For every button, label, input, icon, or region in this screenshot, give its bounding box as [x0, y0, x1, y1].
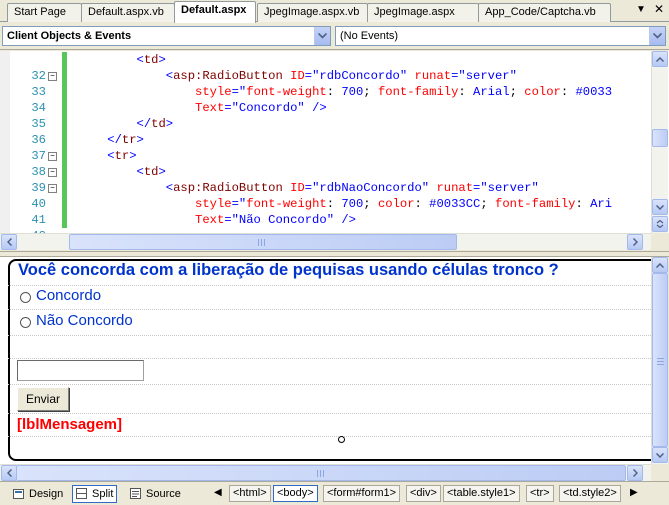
- code-line[interactable]: 41 style="font-weight: 700; color: #0033…: [0, 196, 650, 227]
- code-line[interactable]: 38 − <tr>: [0, 148, 650, 179]
- scroll-right-icon[interactable]: [627, 234, 643, 250]
- scroll-left-icon[interactable]: [1, 465, 17, 481]
- close-icon[interactable]: ✕: [654, 2, 664, 16]
- code-line[interactable]: 32 <td>: [0, 52, 650, 83]
- tab-default-aspx-vb[interactable]: Default.aspx.vb: [81, 3, 175, 22]
- code-line[interactable]: 37 </tr>: [0, 132, 650, 163]
- scroll-thumb[interactable]: [652, 129, 668, 147]
- breadcrumb-td[interactable]: <td.style2>: [559, 485, 621, 502]
- client-objects-dropdown[interactable]: Client Objects & Events: [2, 26, 331, 46]
- tab-default-aspx[interactable]: Default.aspx: [174, 1, 256, 23]
- breadcrumb-html[interactable]: <html>: [229, 485, 271, 502]
- design-view-button[interactable]: Design: [10, 485, 66, 503]
- events-dropdown[interactable]: (No Events): [335, 26, 666, 46]
- document-tab-strip: Start Page Default.aspx.vb Default.aspx …: [0, 0, 669, 23]
- design-surface[interactable]: Você concorda com a liberação de pequisa…: [0, 257, 668, 464]
- code-line[interactable]: 35 Text="Concordo" />: [0, 100, 650, 131]
- scroll-thumb[interactable]: [69, 234, 457, 250]
- code-line[interactable]: 33 − <asp:RadioButton ID="rdbConcordo" r…: [0, 68, 650, 99]
- breadcrumb-tr[interactable]: <tr>: [526, 485, 554, 502]
- design-view-icon: [13, 488, 25, 500]
- chevron-left-icon[interactable]: ◀: [214, 487, 222, 498]
- tab-app-code-captcha-vb[interactable]: App_Code/Captcha.vb: [478, 3, 611, 22]
- scroll-right-icon[interactable]: [627, 465, 643, 481]
- breadcrumb-form[interactable]: <form#form1>: [323, 485, 401, 502]
- tab-list-dropdown-icon[interactable]: ▼: [636, 4, 646, 15]
- radio-button-icon[interactable]: [20, 316, 31, 328]
- code-line[interactable]: 34 style="font-weight: 700; font-family:…: [0, 84, 650, 115]
- source-view-icon: [130, 488, 142, 500]
- radio-nao-concordo-label: Não Concordo: [36, 312, 133, 329]
- events-value: (No Events): [340, 30, 399, 42]
- radio-concordo-label: Concordo: [36, 287, 102, 304]
- enviar-button[interactable]: Enviar: [17, 387, 69, 411]
- collapse-icon[interactable]: −: [48, 168, 57, 177]
- tab-jpegimage-aspx-vb[interactable]: JpegImage.aspx.vb: [257, 3, 368, 22]
- resize-handle[interactable]: [338, 436, 345, 443]
- scroll-left-icon[interactable]: [1, 234, 17, 250]
- radio-nao-concordo[interactable]: Não Concordo: [20, 312, 133, 329]
- code-vertical-scrollbar[interactable]: [651, 51, 668, 233]
- collapse-icon[interactable]: −: [48, 184, 57, 193]
- code-line[interactable]: 36 </td>: [0, 116, 650, 147]
- scroll-up-icon[interactable]: [652, 257, 668, 273]
- chevron-down-icon[interactable]: [649, 27, 665, 45]
- radio-concordo[interactable]: Concordo: [20, 287, 101, 304]
- chevron-down-icon[interactable]: [314, 27, 330, 45]
- source-code-editor[interactable]: 32 <td> 33 − <asp:RadioButton ID="rdbCon…: [0, 51, 669, 233]
- scroll-up-icon[interactable]: [652, 51, 668, 67]
- code-line[interactable]: 42 Text="Não Concordo" />: [0, 212, 650, 233]
- scroll-down-icon[interactable]: [652, 199, 668, 215]
- collapse-icon[interactable]: −: [48, 152, 57, 161]
- scroll-thumb[interactable]: [16, 465, 626, 481]
- source-view-button[interactable]: Source: [127, 485, 184, 503]
- split-icon[interactable]: [652, 216, 668, 232]
- chevron-right-icon[interactable]: ▶: [630, 487, 638, 498]
- code-line[interactable]: 39 − <td>: [0, 164, 650, 195]
- question-label: Você concorda com a liberação de pequisa…: [18, 261, 559, 279]
- tab-start-page[interactable]: Start Page: [7, 3, 82, 22]
- scroll-down-icon[interactable]: [652, 447, 668, 463]
- client-objects-value: Client Objects & Events: [7, 30, 132, 42]
- code-horizontal-scrollbar[interactable]: [0, 233, 651, 250]
- view-bar: Design Split Source ◀ <html> <body> <for…: [0, 481, 669, 505]
- breadcrumb-table[interactable]: <table.style1>: [443, 485, 520, 502]
- scroll-thumb[interactable]: [652, 273, 668, 447]
- design-horizontal-scrollbar[interactable]: [0, 464, 651, 481]
- split-view-icon: [76, 488, 88, 500]
- collapse-icon[interactable]: −: [48, 72, 57, 81]
- design-vertical-scrollbar[interactable]: [651, 257, 668, 464]
- tab-jpegimage-aspx[interactable]: JpegImage.aspx: [367, 3, 479, 22]
- split-view-button[interactable]: Split: [72, 485, 118, 503]
- radio-button-icon[interactable]: [20, 291, 31, 303]
- breadcrumb-body[interactable]: <body>: [273, 485, 318, 502]
- breadcrumb-div[interactable]: <div>: [406, 485, 441, 502]
- text-input[interactable]: [17, 360, 144, 381]
- message-label: [lblMensagem]: [17, 416, 123, 433]
- code-line[interactable]: 40 − <asp:RadioButton ID="rdbNaoConcordo…: [0, 180, 650, 211]
- navigation-bar: Client Objects & Events (No Events): [0, 23, 669, 50]
